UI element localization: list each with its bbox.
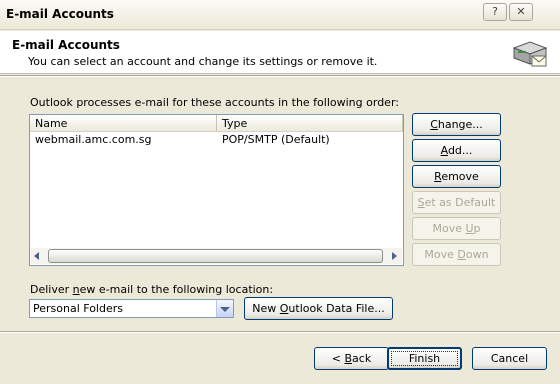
back-label-post: ack	[352, 352, 372, 365]
remove-button[interactable]: Remove	[412, 165, 501, 188]
move-up-button[interactable]: Move Up	[412, 217, 501, 240]
chevron-down-icon[interactable]	[220, 307, 230, 312]
footer-divider	[0, 331, 560, 333]
account-row-name[interactable]: webmail.amc.com.sg	[35, 133, 152, 147]
add-label-key: A	[440, 144, 448, 157]
move-down-label-key: D	[457, 248, 466, 261]
scrollbar-thumb[interactable]	[48, 249, 383, 263]
deliver-location-label: Deliver new e-mail to the following loca…	[30, 283, 273, 296]
help-button[interactable]: ?	[483, 3, 507, 21]
move-down-label-post: own	[465, 248, 489, 261]
set-as-default-button[interactable]: Set as Default	[412, 191, 501, 214]
new-file-label-post: utlook Data File...	[288, 302, 385, 315]
cancel-button[interactable]: Cancel	[472, 347, 547, 370]
email-accounts-icon	[512, 41, 548, 67]
scroll-left-arrow-icon[interactable]	[34, 252, 39, 260]
header-divider	[0, 75, 560, 77]
accounts-list-heading: Outlook processes e-mail for these accou…	[30, 96, 399, 109]
move-up-label-pre: Move	[432, 222, 466, 235]
close-button[interactable]: ✕	[509, 3, 533, 21]
page-title: E-mail Accounts	[12, 38, 120, 52]
window-title: E-mail Accounts	[6, 7, 114, 21]
deliver-label-post: ew e-mail to the following location:	[79, 283, 274, 296]
move-up-label-key: U	[465, 222, 474, 235]
change-label-post: hange...	[437, 118, 483, 131]
back-button[interactable]: < Back	[314, 347, 389, 370]
add-label-post: dd...	[447, 144, 473, 157]
column-header-type[interactable]: Type	[217, 115, 403, 132]
deliver-label-pre: Deliver	[30, 283, 73, 296]
deliver-location-select[interactable]: Personal Folders	[29, 299, 234, 318]
column-header-name[interactable]: Name	[30, 115, 217, 132]
deliver-label-key: n	[72, 283, 80, 296]
remove-label-post: emove	[441, 170, 479, 183]
set-default-label-post: et as Default	[424, 196, 496, 209]
finish-focus-ring	[391, 351, 458, 366]
add-button[interactable]: Add...	[412, 139, 501, 162]
move-down-label-pre: Move	[424, 248, 458, 261]
new-file-label-pre: New	[252, 302, 280, 315]
account-row-type[interactable]: POP/SMTP (Default)	[222, 133, 330, 147]
page-description: You can select an account and change its…	[28, 55, 378, 68]
back-label-pre: <	[331, 352, 345, 365]
move-down-button[interactable]: Move Down	[412, 243, 501, 266]
change-button[interactable]: Change...	[412, 113, 501, 136]
set-default-label-key: S	[417, 196, 425, 209]
back-label-key: B	[344, 352, 353, 365]
new-outlook-data-file-button[interactable]: New Outlook Data File...	[244, 297, 393, 320]
scroll-right-arrow-icon[interactable]	[392, 252, 397, 260]
change-label-key: C	[430, 118, 438, 131]
move-up-label-post: p	[473, 222, 481, 235]
